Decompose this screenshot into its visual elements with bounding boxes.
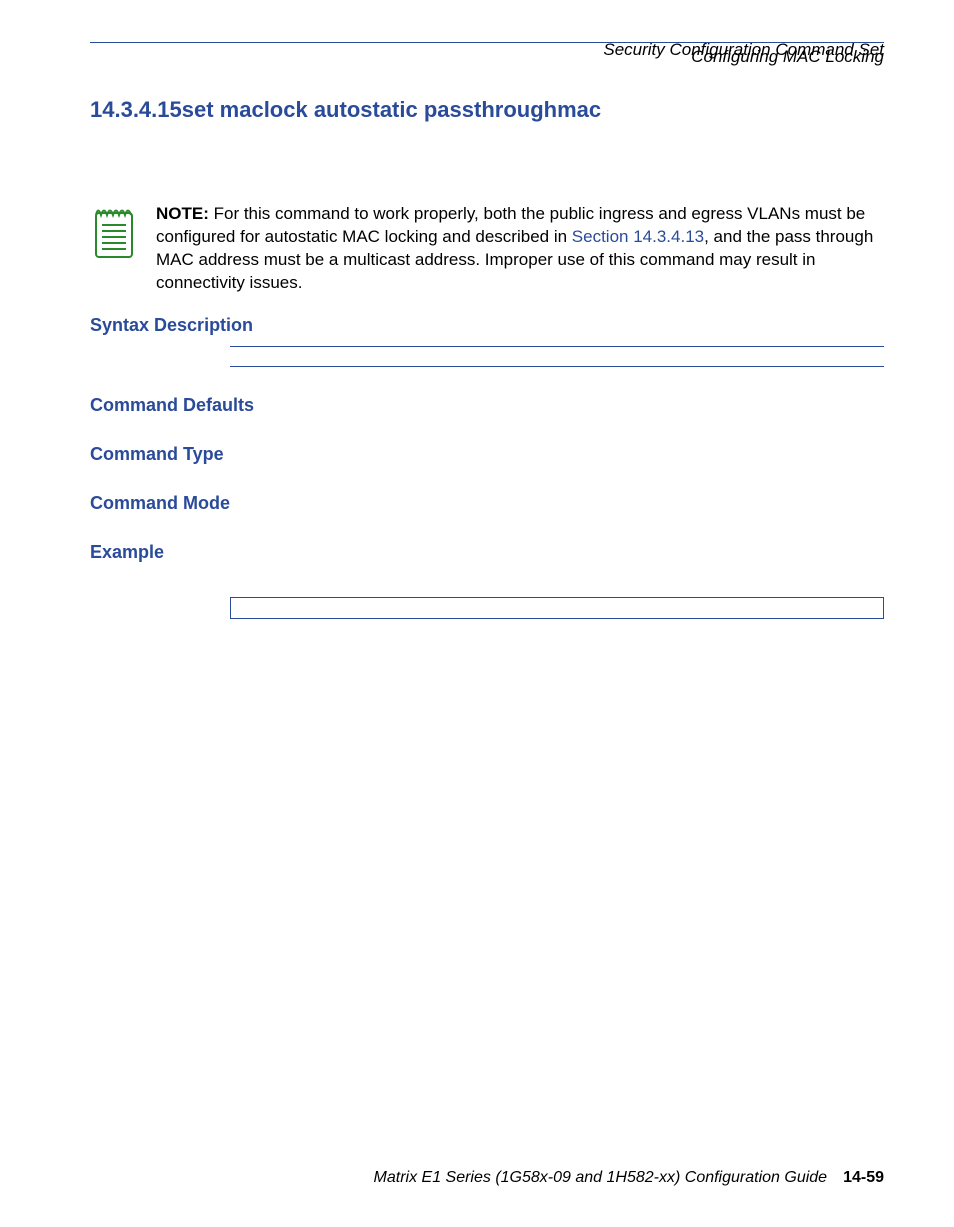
syntax-description-table [230,346,884,367]
command-defaults-heading: Command Defaults [90,395,884,416]
section-heading: 14.3.4.15set maclock autostatic passthro… [90,97,884,123]
note-label: NOTE: [156,204,209,223]
example-heading: Example [90,542,884,563]
footer-guide: Matrix E1 Series (1G58x-09 and 1H582-xx)… [374,1169,828,1187]
footer: Matrix E1 Series (1G58x-09 and 1H582-xx)… [90,1169,884,1187]
note-text: NOTE: For this command to work properly,… [156,203,884,295]
footer-pagenum: 14-59 [843,1169,884,1187]
note-link[interactable]: Section 14.3.4.13 [572,227,704,246]
note-block: NOTE: For this command to work properly,… [90,203,884,295]
syntax-description-heading: Syntax Description [90,315,884,336]
command-type-heading: Command Type [90,444,884,465]
header-line2: Configuring MAC Locking [90,47,884,67]
command-mode-heading: Command Mode [90,493,884,514]
section-number: 14.3.4.15 [90,97,182,122]
example-box [230,597,884,619]
note-icon [90,203,140,266]
section-title: set maclock autostatic passthroughmac [182,97,601,122]
